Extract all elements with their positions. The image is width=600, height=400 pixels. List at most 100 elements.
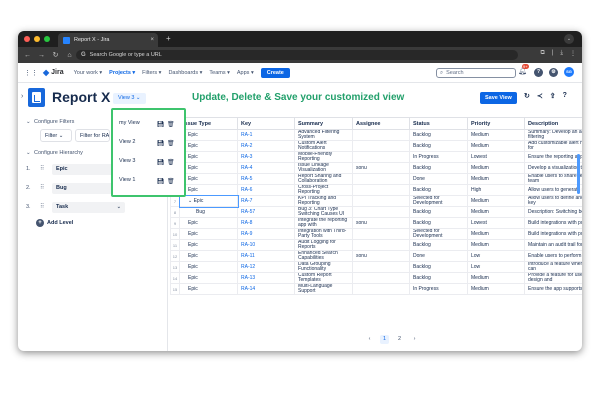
nav-teams[interactable]: Teams ▾	[209, 70, 230, 76]
issue-key-link[interactable]: RA-7	[237, 195, 295, 207]
column-header-key[interactable]: Key	[237, 117, 295, 130]
issue-key-link[interactable]: RA-12	[237, 261, 295, 273]
issue-key-link[interactable]: RA-14	[237, 283, 295, 295]
table-row[interactable]: 3EpicRA-3Mobile-Friendly ReportingIn Pro…	[170, 151, 582, 163]
issue-key-link[interactable]: RA-1	[237, 129, 295, 141]
omnibox[interactable]: G Search Google or type a URL	[76, 50, 518, 60]
issue-key-link[interactable]: RA-3	[237, 151, 295, 163]
save-icon[interactable]: 💾︎	[157, 159, 165, 166]
delete-icon[interactable]: 🗑︎	[167, 178, 175, 185]
issue-key-link[interactable]: RA-8	[237, 217, 295, 229]
filter-input[interactable]: Filter for RA is	[75, 129, 110, 142]
save-icon[interactable]: 💾︎	[157, 140, 165, 147]
add-level-button[interactable]: + Add Level	[36, 219, 73, 227]
issue-key-link[interactable]: RA-4	[237, 162, 295, 174]
nav-projects[interactable]: Projects ▾	[109, 70, 135, 76]
table-row[interactable]: 4EpicRA-4Issue Linkage Visualizationsonu…	[170, 162, 582, 174]
column-header-status[interactable]: Status	[409, 117, 468, 130]
prev-page-button[interactable]: ‹	[365, 335, 374, 344]
back-icon[interactable]: ←	[24, 52, 31, 59]
page-2-button[interactable]: 2	[395, 335, 404, 344]
view-option[interactable]: View 1 💾︎ 🗑︎	[119, 177, 181, 189]
nav-apps[interactable]: Apps ▾	[237, 70, 254, 76]
forward-icon[interactable]: →	[38, 52, 45, 59]
filter-type-dropdown[interactable]: Filter ⌄	[40, 129, 72, 142]
menu-icon[interactable]: ⋮	[570, 50, 576, 57]
column-header-summary[interactable]: Summary	[294, 117, 353, 130]
avatar[interactable]: SG	[564, 67, 574, 77]
table-row[interactable]: 9 Epic RA-8 Integrate the reporting app wit…	[170, 217, 582, 229]
table-row[interactable]: 8 Bug RA-57 Bug 3: Chart Type Switching Cau…	[170, 206, 582, 218]
minimize-window-button[interactable]	[34, 36, 40, 42]
nav-dashboards[interactable]: Dashboards ▾	[168, 70, 202, 76]
home-icon[interactable]: ⌂	[66, 52, 73, 59]
issue-key-link[interactable]: RA-11	[237, 250, 295, 262]
delete-icon[interactable]: 🗑︎	[167, 159, 175, 166]
export-icon[interactable]: ⇪	[550, 92, 556, 100]
help-icon[interactable]: ?	[534, 67, 543, 77]
issue-key-link[interactable]: RA-6	[237, 184, 295, 196]
refresh-icon[interactable]: ↻	[524, 92, 530, 100]
close-tab-icon[interactable]: ×	[150, 37, 154, 43]
view-option[interactable]: View 2 💾︎ 🗑︎	[119, 139, 181, 151]
issue-key-link[interactable]: RA-13	[237, 272, 295, 284]
help-icon[interactable]: ?	[563, 92, 567, 100]
table-row[interactable]: 6EpicRA-6Cross-Project ReportingBacklogH…	[170, 184, 582, 196]
drag-handle-icon[interactable]: ⠿	[40, 184, 44, 191]
save-icon[interactable]: 💾︎	[157, 178, 165, 185]
column-header-issue-type[interactable]: Issue Type	[179, 117, 238, 130]
jira-logo-icon[interactable]: ◆	[43, 68, 49, 77]
close-window-button[interactable]	[24, 36, 30, 42]
nav-filters[interactable]: Filters ▾	[142, 70, 161, 76]
tab-search-icon[interactable]: ⌄	[564, 34, 574, 44]
delete-icon[interactable]: 🗑︎	[167, 140, 175, 147]
search-input[interactable]: ⌕ Search	[436, 68, 516, 78]
table-row[interactable]: 7 ⌄ Epic RA-7 KPI Tracking and Reporting Sel…	[170, 194, 582, 208]
level-type-select[interactable]: Task ⌄	[52, 202, 125, 213]
table-row[interactable]: 15 Epic RA-14 Multi-Language Support In Prog…	[170, 283, 582, 295]
table-row[interactable]: 12 Epic RA-11 Enhanced Search Capabilities s…	[170, 250, 582, 262]
app-switcher-icon[interactable]: ⋮⋮	[24, 69, 38, 77]
expand-sidebar-icon[interactable]: ›	[21, 93, 23, 100]
jira-logo-text[interactable]: Jira	[51, 69, 63, 76]
next-page-button[interactable]: ›	[410, 335, 419, 344]
table-row[interactable]: 13 Epic RA-12 Data Grouping Functionality Ba…	[170, 261, 582, 273]
drag-handle-icon[interactable]: ⠿	[40, 165, 44, 172]
table-row[interactable]: 11 Epic RA-10 Audit Logging for Reports Back…	[170, 239, 582, 251]
save-icon[interactable]: 💾︎	[157, 121, 165, 128]
table-row[interactable]: 14 Epic RA-13 Custom Report Templates Backlo…	[170, 272, 582, 284]
issue-key-link[interactable]: RA-10	[237, 239, 295, 251]
maximize-window-button[interactable]	[44, 36, 50, 42]
create-button[interactable]: Create	[260, 67, 290, 78]
issue-key-link[interactable]: RA-9	[237, 228, 295, 240]
configure-hierarchy-section[interactable]: ⌄ Configure Hierarchy	[26, 150, 83, 156]
download-icon[interactable]: ⤓	[560, 50, 563, 57]
column-header-assignee[interactable]: Assignee	[352, 117, 410, 130]
column-header-description[interactable]: Description	[524, 117, 582, 130]
new-tab-button[interactable]: +	[166, 34, 171, 44]
configure-filters-section[interactable]: ⌄ Configure Filters	[26, 119, 74, 125]
share-icon[interactable]: ≺	[537, 92, 543, 100]
issue-key-link[interactable]: RA-57	[237, 206, 295, 218]
view-selector-dropdown[interactable]: View 3 ⌄	[113, 93, 146, 104]
chevron-down-icon[interactable]: ⌄	[188, 198, 194, 204]
table-row[interactable]: 2EpicRA-2Custom Alert NotificationsBackl…	[170, 140, 582, 152]
view-option[interactable]: View 3 💾︎ 🗑︎	[119, 158, 181, 170]
notifications-icon[interactable]: 🔔︎ 9+	[518, 64, 529, 77]
settings-icon[interactable]: ⚙	[549, 67, 558, 77]
nav-your-work[interactable]: Your work ▾	[74, 70, 103, 76]
page-1-button[interactable]: 1	[380, 335, 389, 344]
table-row[interactable]: 10 Epic RA-9 Integration with Third-Party T…	[170, 228, 582, 240]
column-header-priority[interactable]: Priority	[467, 117, 525, 130]
reload-icon[interactable]: ↻	[52, 51, 59, 59]
table-row[interactable]: 1EpicRA-1Advanced Filtering SystemBacklo…	[170, 129, 582, 141]
table-row[interactable]: 5EpicRA-5Report Sharing and Collaboratio…	[170, 173, 582, 185]
delete-icon[interactable]: 🗑︎	[167, 121, 175, 128]
save-view-button[interactable]: Save View	[480, 92, 517, 104]
drag-handle-icon[interactable]: ⠿	[40, 203, 44, 210]
browser-tab[interactable]: Report X - Jira ×	[58, 33, 158, 47]
table-scrollbar[interactable]	[577, 154, 580, 194]
view-option[interactable]: my View 💾︎ 🗑︎	[119, 120, 181, 132]
issue-key-link[interactable]: RA-2	[237, 140, 295, 152]
extensions-icon[interactable]: ⧉	[540, 50, 544, 57]
